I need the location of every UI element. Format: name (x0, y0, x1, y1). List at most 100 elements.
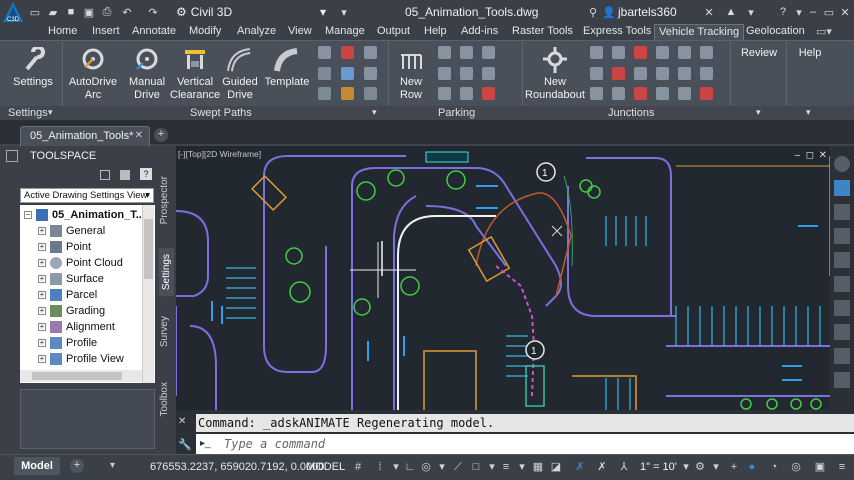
clean-screen-icon[interactable]: ◎ (790, 461, 802, 473)
save-icon[interactable]: ■ (64, 5, 78, 19)
hardware-acceleration-icon[interactable]: ◔ (768, 461, 780, 473)
chevron-down-icon[interactable]: ▾ (372, 107, 377, 118)
isolate-icon[interactable]: ● (746, 461, 758, 473)
toolspace-option-icon[interactable] (120, 170, 130, 180)
expand-icon[interactable]: + (38, 227, 46, 235)
tab-analyze[interactable]: Analyze (237, 25, 276, 37)
restore-icon[interactable]: ▭ (822, 5, 836, 19)
annotation-scale-icon[interactable]: ⅄ (618, 461, 630, 473)
object-snap-icon[interactable]: □ (470, 461, 482, 473)
chevron-down-icon[interactable]: ▾ (390, 461, 402, 473)
expand-icon[interactable]: + (38, 355, 46, 363)
dropdown-icon[interactable]: ▾ (744, 5, 758, 19)
tree-item-point[interactable]: + Point (38, 239, 91, 255)
search-icon[interactable]: ⚲ (586, 5, 600, 19)
scroll-thumb[interactable] (144, 219, 153, 279)
nav-tool-icon[interactable] (834, 276, 850, 292)
junction-tool-icon[interactable] (656, 87, 669, 100)
nav-tool-icon[interactable] (834, 324, 850, 340)
junction-tool-icon[interactable] (590, 87, 603, 100)
panel-title-swept-paths[interactable]: Swept Paths (190, 107, 252, 119)
expand-icon[interactable]: + (38, 339, 46, 347)
help-icon[interactable]: ? (776, 5, 790, 19)
exchange-icon[interactable]: ✕ (702, 5, 716, 19)
polar-icon[interactable]: ◎ (420, 461, 432, 473)
tab-add-ins[interactable]: Add-ins (461, 25, 498, 37)
model-space-button[interactable]: MODEL (306, 461, 345, 473)
parking-tool-icon[interactable] (438, 67, 451, 80)
grid-icon[interactable]: # (352, 461, 364, 473)
plus-icon[interactable]: + (728, 461, 740, 473)
junction-tool-icon[interactable] (700, 67, 713, 80)
chevron-down-icon[interactable]: ▾ (516, 461, 528, 473)
parking-tool-icon[interactable] (482, 67, 495, 80)
collapse-icon[interactable]: − (24, 211, 32, 219)
junction-tool-icon[interactable] (700, 87, 713, 100)
undo-icon[interactable]: ↶ (120, 5, 134, 19)
tab-insert[interactable]: Insert (92, 25, 120, 37)
review-button[interactable]: Review (736, 47, 782, 60)
chevron-down-icon[interactable]: ▾ (756, 107, 761, 118)
help-button[interactable]: Help (790, 47, 830, 60)
tab-geolocation[interactable]: Geolocation (746, 25, 805, 37)
help-icon[interactable]: ? (140, 168, 152, 180)
ribbon-options-icon[interactable]: ▭▾ (816, 25, 832, 38)
scroll-thumb[interactable] (32, 372, 122, 380)
tree-root[interactable]: − 05_Animation_T... (24, 207, 145, 223)
annotation-visibility-icon[interactable]: ✗ (574, 461, 586, 473)
expand-icon[interactable]: + (38, 323, 46, 331)
junction-tool-icon[interactable] (590, 46, 603, 59)
tree-item-grading[interactable]: + Grading (38, 303, 105, 319)
dropdown-icon[interactable]: ▾ (337, 5, 351, 19)
tree-item-parcel[interactable]: + Parcel (38, 287, 97, 303)
toolspace-option-icon[interactable] (100, 170, 110, 180)
manual-drive-button[interactable]: Manual Drive (124, 47, 170, 102)
junction-tool-icon[interactable] (612, 46, 625, 59)
template-button[interactable]: Template (262, 47, 312, 89)
side-tab-settings[interactable]: Settings (159, 248, 174, 297)
side-tab-survey[interactable]: Survey (159, 316, 170, 347)
panel-title-settings[interactable]: Settings (8, 107, 48, 119)
settings-button[interactable]: Settings (10, 47, 56, 89)
viewport-maximize-icon[interactable]: ◻ (806, 150, 814, 161)
open-folder-icon[interactable]: ▰ (46, 5, 60, 19)
swept-tool-icon[interactable] (341, 67, 354, 80)
swept-tool-icon[interactable] (364, 87, 377, 100)
wrench-icon[interactable]: 🔧 (178, 438, 192, 451)
swept-tool-icon[interactable] (341, 87, 354, 100)
tab-express-tools[interactable]: Express Tools (583, 25, 651, 37)
nav-tool-icon[interactable] (834, 348, 850, 364)
parking-tool-icon[interactable] (482, 87, 495, 100)
parking-tool-icon[interactable] (460, 67, 473, 80)
junction-tool-icon[interactable] (656, 67, 669, 80)
tab-home[interactable]: Home (48, 25, 77, 37)
expand-icon[interactable]: + (38, 307, 46, 315)
vertical-clearance-button[interactable]: Vertical Clearance (170, 47, 220, 102)
close-icon[interactable]: ✕ (135, 130, 143, 141)
side-tab-prospector[interactable]: Prospector (159, 176, 170, 224)
ortho-icon[interactable]: ∟ (404, 461, 416, 473)
junction-tool-icon[interactable] (634, 67, 647, 80)
junction-tool-icon[interactable] (678, 67, 691, 80)
tree-item-surface[interactable]: + Surface (38, 271, 104, 287)
parking-tool-icon[interactable] (482, 46, 495, 59)
print-icon[interactable]: ⎙ (100, 5, 114, 19)
model-tab[interactable]: Model (14, 457, 60, 475)
parking-tool-icon[interactable] (438, 46, 451, 59)
lineweight-icon[interactable]: ≡ (500, 461, 512, 473)
junction-tool-icon[interactable] (634, 46, 647, 59)
fullscreen-icon[interactable]: ▣ (814, 461, 826, 473)
nav-tool-icon[interactable] (834, 300, 850, 316)
expand-icon[interactable]: + (38, 291, 46, 299)
parking-tool-icon[interactable] (438, 87, 451, 100)
tree-item-alignment[interactable]: + Alignment (38, 319, 115, 335)
pan-icon[interactable] (834, 180, 850, 196)
chevron-down-icon[interactable]: ▾ (486, 461, 498, 473)
transparency-icon[interactable]: ▦ (532, 461, 544, 473)
chevron-down-icon[interactable]: ▾ (806, 107, 811, 118)
app-menu-button[interactable]: C3D (2, 1, 24, 23)
view-selector[interactable]: Active Drawing Settings View ▾ (20, 188, 154, 203)
swept-tool-icon[interactable] (318, 67, 331, 80)
dropdown-icon[interactable]: ▾ (792, 5, 806, 19)
tree-item-general[interactable]: + General (38, 223, 105, 239)
